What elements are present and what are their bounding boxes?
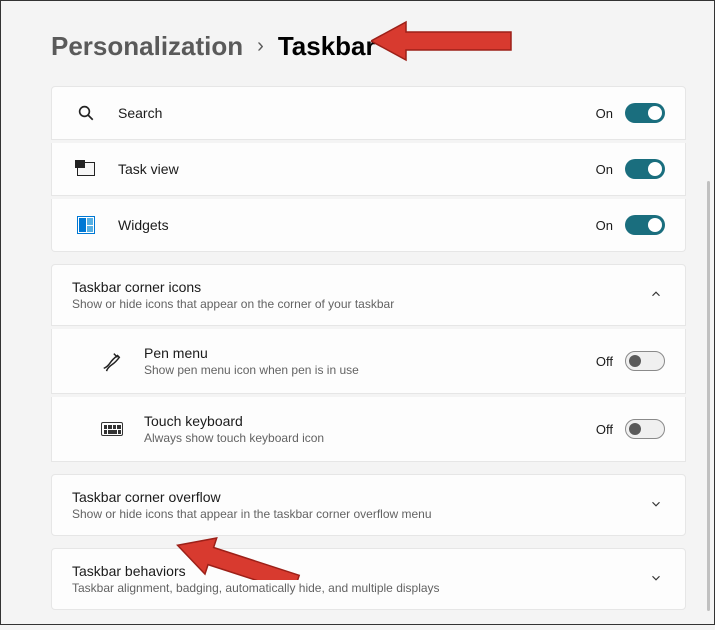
toggle-state-label: Off [596, 422, 613, 437]
search-toggle[interactable] [625, 103, 665, 123]
keyboard-icon [98, 422, 126, 436]
setting-desc: Always show touch keyboard icon [144, 431, 596, 445]
expander-corner-icons[interactable]: Taskbar corner icons Show or hide icons … [51, 264, 686, 326]
touch-keyboard-toggle[interactable] [625, 419, 665, 439]
toggle-state-label: On [596, 218, 613, 233]
setting-label: Touch keyboard [144, 413, 596, 429]
taskview-toggle[interactable] [625, 159, 665, 179]
pen-icon [98, 350, 126, 372]
toggle-state-label: Off [596, 354, 613, 369]
expander-title: Taskbar corner icons [72, 279, 647, 295]
expander-title: Taskbar corner overflow [72, 489, 647, 505]
widgets-toggle[interactable] [625, 215, 665, 235]
chevron-down-icon [647, 497, 665, 514]
toggle-state-label: On [596, 162, 613, 177]
breadcrumb: Personalization › Taskbar [51, 31, 686, 62]
chevron-up-icon [647, 287, 665, 304]
search-icon [72, 104, 100, 122]
widgets-icon [72, 216, 100, 234]
setting-label: Search [118, 105, 596, 121]
scrollbar[interactable] [707, 181, 710, 611]
task-view-icon [72, 162, 100, 176]
setting-row-widgets[interactable]: Widgets On [51, 199, 686, 252]
expander-corner-overflow[interactable]: Taskbar corner overflow Show or hide ico… [51, 474, 686, 536]
expander-desc: Show or hide icons that appear in the ta… [72, 507, 647, 521]
expander-taskbar-behaviors[interactable]: Taskbar behaviors Taskbar alignment, bad… [51, 548, 686, 610]
setting-row-pen-menu[interactable]: Pen menu Show pen menu icon when pen is … [51, 329, 686, 394]
toggle-state-label: On [596, 106, 613, 121]
setting-row-touch-keyboard[interactable]: Touch keyboard Always show touch keyboar… [51, 397, 686, 462]
setting-desc: Show pen menu icon when pen is in use [144, 363, 596, 377]
setting-label: Pen menu [144, 345, 596, 361]
breadcrumb-current: Taskbar [278, 31, 376, 62]
expander-desc: Show or hide icons that appear on the co… [72, 297, 647, 311]
setting-row-taskview[interactable]: Task view On [51, 143, 686, 196]
setting-label: Widgets [118, 217, 596, 233]
setting-row-search[interactable]: Search On [51, 86, 686, 140]
setting-label: Task view [118, 161, 596, 177]
chevron-right-icon: › [257, 35, 264, 58]
breadcrumb-parent[interactable]: Personalization [51, 31, 243, 62]
expander-title: Taskbar behaviors [72, 563, 647, 579]
expander-desc: Taskbar alignment, badging, automaticall… [72, 581, 647, 595]
pen-menu-toggle[interactable] [625, 351, 665, 371]
chevron-down-icon [647, 571, 665, 588]
